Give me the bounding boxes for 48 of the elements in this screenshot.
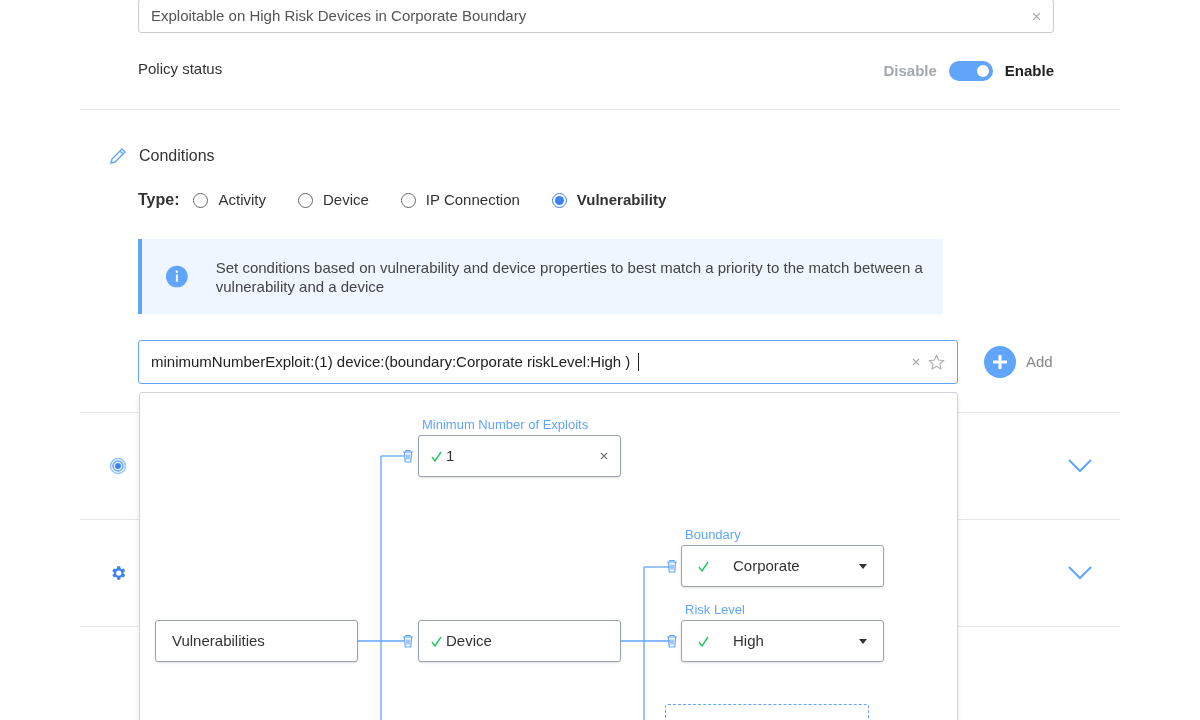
value-field[interactable]: 1 bbox=[418, 435, 621, 477]
root-node[interactable]: Vulnerabilities bbox=[155, 620, 358, 662]
clear-icon[interactable] bbox=[912, 358, 920, 366]
radio-option[interactable]: Vulnerability bbox=[551, 188, 667, 212]
check-icon bbox=[698, 635, 709, 647]
trash-icon[interactable] bbox=[402, 634, 414, 648]
type-label: Type: bbox=[138, 190, 180, 210]
info-icon bbox=[166, 263, 188, 290]
select-dropdown[interactable]: Corporate bbox=[681, 545, 884, 587]
trash-icon[interactable] bbox=[402, 449, 414, 463]
check-icon bbox=[431, 635, 442, 647]
query-text: minimumNumberExploit:(1) device:(boundary:Corporate riskLevel:High ) bbox=[151, 351, 631, 372]
pencil-icon bbox=[109, 147, 127, 165]
caret-icon bbox=[859, 638, 867, 644]
close-icon[interactable] bbox=[600, 452, 608, 460]
trash-icon[interactable] bbox=[666, 559, 678, 573]
check-icon bbox=[431, 450, 442, 462]
policy-name-field[interactable]: Exploitable on High Risk Devices in Corporate Boundary bbox=[138, 0, 1054, 33]
check-icon bbox=[698, 560, 709, 572]
add-button[interactable]: Add bbox=[984, 346, 1053, 378]
select-value: High bbox=[733, 630, 765, 651]
enable-label: Enable bbox=[1004, 60, 1054, 81]
chevron-icon[interactable] bbox=[1068, 566, 1092, 580]
field-value: 1 bbox=[446, 445, 456, 466]
query-field[interactable]: minimumNumberExploit:(1) device:(boundary:Corporate riskLevel:High ) bbox=[138, 340, 958, 384]
field-label: Boundary bbox=[685, 526, 741, 544]
field-label: Risk Level bbox=[685, 601, 745, 619]
select-value: Corporate bbox=[733, 555, 801, 576]
field-label: Minimum Number of Exploits bbox=[422, 416, 589, 434]
toggle-switch[interactable] bbox=[948, 61, 993, 81]
star-icon[interactable] bbox=[928, 353, 945, 371]
radio-option[interactable]: Activity bbox=[193, 188, 266, 212]
trash-icon[interactable] bbox=[666, 634, 678, 648]
select-dropdown[interactable]: High bbox=[681, 620, 884, 662]
caret-icon bbox=[859, 563, 867, 569]
info-text: Set conditions based on vulnerability and device properties to best match a priority to the match between a vulnerability and a device bbox=[215, 257, 924, 296]
group-node[interactable]: Device bbox=[418, 620, 621, 662]
policy-status-label: Policy status bbox=[138, 58, 223, 79]
chevron-icon[interactable] bbox=[1068, 459, 1092, 473]
radio-option[interactable]: Device bbox=[298, 188, 369, 212]
radar-icon bbox=[109, 457, 127, 475]
section-title: Conditions bbox=[139, 146, 215, 166]
radio-option[interactable]: IP Connection bbox=[400, 188, 520, 212]
field-value: Exploitable on High Risk Devices in Corporate Boundary bbox=[151, 5, 528, 26]
node-label: Device bbox=[446, 630, 492, 651]
close-icon[interactable] bbox=[1032, 11, 1041, 21]
plus-circle-icon bbox=[984, 346, 1016, 378]
disable-label: Disable bbox=[883, 60, 937, 81]
